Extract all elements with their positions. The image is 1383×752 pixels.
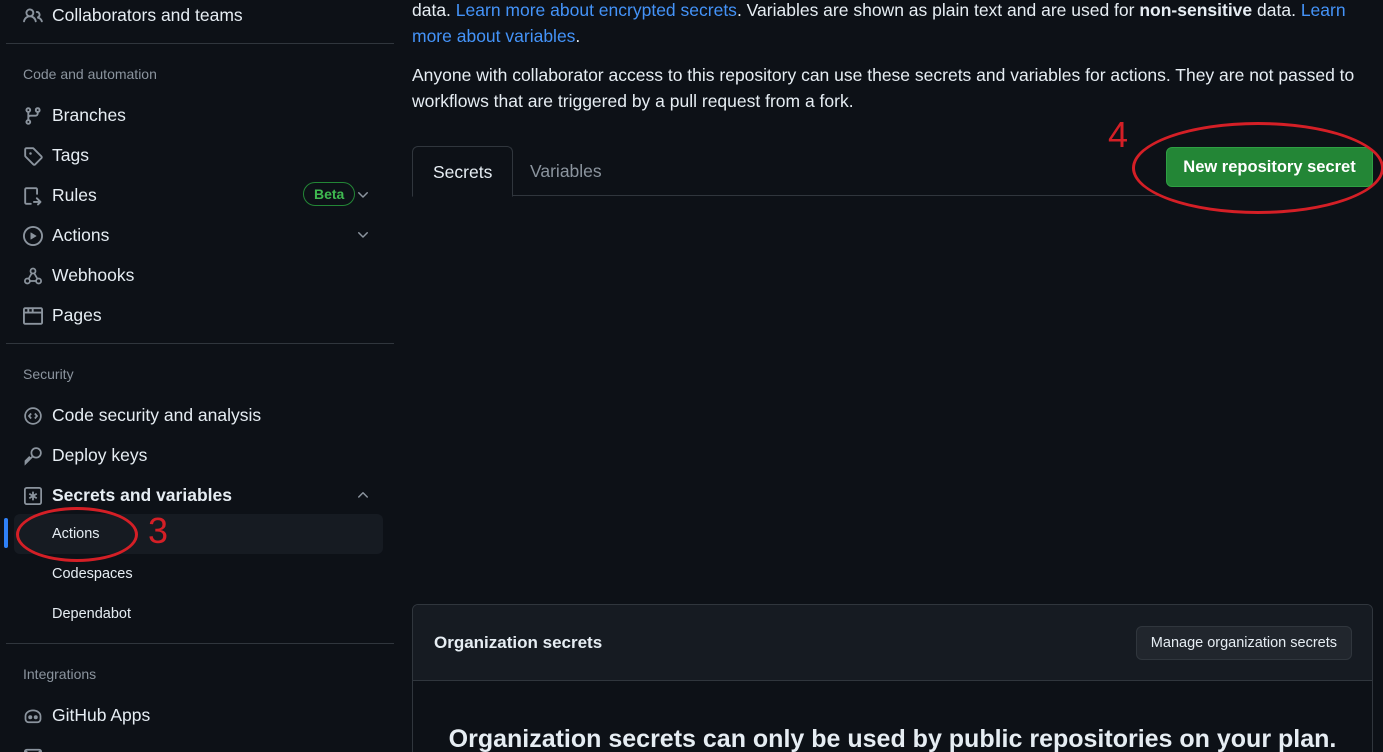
- chevron-down-icon[interactable]: [355, 227, 371, 243]
- sidebar-item-label: Code security and analysis: [52, 404, 262, 425]
- chevron-up-icon[interactable]: [355, 487, 371, 503]
- settings-sidebar: Collaborators and teams Code and automat…: [0, 0, 395, 752]
- sidebar-item-tags[interactable]: Tags: [10, 137, 383, 173]
- sidebar-item-secrets-variables[interactable]: Secrets and variables: [10, 477, 383, 513]
- webhook-icon: [23, 266, 43, 286]
- sidebar-item-label: Webhooks: [52, 264, 135, 285]
- beta-badge: Beta: [303, 182, 356, 206]
- sidebar-subitem-dependabot[interactable]: Dependabot: [14, 594, 383, 634]
- org-secrets-title: Organization secrets: [434, 633, 603, 652]
- secrets-tabs: Secrets Variables: [412, 146, 1162, 197]
- intro-text: data.: [412, 0, 456, 20]
- sidebar-item-actions[interactable]: Actions: [10, 217, 383, 253]
- sidebar-subitem-label: Codespaces: [52, 566, 133, 582]
- sidebar-subitem-actions[interactable]: Actions: [14, 514, 383, 554]
- git-branch-icon: [23, 106, 43, 126]
- rules-icon: [23, 186, 43, 206]
- intro-text: .: [575, 26, 581, 46]
- tab-secrets[interactable]: Secrets: [412, 146, 514, 197]
- org-secrets-message: Organization secrets can only be used by…: [448, 725, 1337, 752]
- chevron-down-icon[interactable]: [355, 187, 371, 203]
- sidebar-divider: [6, 43, 394, 44]
- browser-icon: [23, 306, 43, 326]
- intro-bold: non-sensitive: [1139, 0, 1253, 20]
- sidebar-item-label: Deploy keys: [52, 444, 148, 465]
- sidebar-subitem-codespaces[interactable]: Codespaces: [14, 554, 383, 594]
- apps-icon: [23, 706, 43, 726]
- sidebar-subitem-label: Dependabot: [52, 606, 132, 622]
- section-heading-code: Code and automation: [23, 66, 157, 82]
- sidebar-item-rules[interactable]: Rules Beta: [10, 177, 383, 213]
- sidebar-item-label: GitHub Apps: [52, 704, 151, 725]
- people-icon: [23, 6, 43, 26]
- active-indicator: [4, 518, 8, 548]
- sidebar-item-github-apps[interactable]: GitHub Apps: [10, 697, 383, 733]
- sidebar-item-collaborators[interactable]: Collaborators and teams: [10, 0, 383, 33]
- intro-paragraph-1: data. Learn more about encrypted secrets…: [412, 0, 1372, 49]
- intro-text: data.: [1252, 0, 1301, 20]
- codescan-icon: [23, 406, 43, 426]
- manage-org-secrets-button[interactable]: Manage organization secrets: [1135, 626, 1352, 660]
- intro-text: . Variables are shown as plain text and …: [736, 0, 1140, 20]
- key-icon: [23, 446, 43, 466]
- sidebar-item-label: Secrets and variables: [52, 484, 232, 505]
- sidebar-item-label: Rules: [52, 184, 97, 205]
- sidebar-item-label: Collaborators and teams: [52, 4, 243, 25]
- sidebar-item-label: Pages: [52, 304, 102, 325]
- annotation-number-4: 4: [1108, 114, 1129, 155]
- annotation-number-3: 3: [148, 510, 169, 551]
- section-heading-security: Security: [23, 366, 74, 382]
- sidebar-item-pages[interactable]: Pages: [10, 297, 383, 333]
- asterisk-icon: [23, 486, 43, 506]
- sidebar-divider: [6, 343, 394, 344]
- play-icon: [23, 226, 43, 246]
- sidebar-subitem-label: Actions: [52, 526, 100, 542]
- intro-paragraph-2: Anyone with collaborator access to this …: [412, 65, 1355, 111]
- encrypted-secrets-link[interactable]: Learn more about encrypted secrets: [456, 0, 737, 20]
- sidebar-item-partial[interactable]: [10, 737, 383, 752]
- sidebar-divider: [6, 643, 394, 644]
- sidebar-item-label: Branches: [52, 104, 126, 125]
- new-repository-secret-button[interactable]: New repository secret: [1166, 147, 1373, 187]
- tag-icon: [23, 146, 43, 166]
- sidebar-item-code-security[interactable]: Code security and analysis: [10, 397, 383, 433]
- sidebar-item-webhooks[interactable]: Webhooks: [10, 257, 383, 293]
- sidebar-item-deploy-keys[interactable]: Deploy keys: [10, 437, 383, 473]
- tab-variables[interactable]: Variables: [510, 146, 622, 196]
- section-heading-integrations: Integrations: [23, 666, 97, 682]
- organization-secrets-box: Organization secrets Manage organization…: [412, 604, 1373, 752]
- sidebar-item-label: Tags: [52, 144, 89, 165]
- org-secrets-header: Organization secrets Manage organization…: [413, 605, 1372, 681]
- sidebar-item-branches[interactable]: Branches: [10, 97, 383, 133]
- sidebar-item-label: Actions: [52, 224, 110, 245]
- mail-icon: [23, 746, 43, 752]
